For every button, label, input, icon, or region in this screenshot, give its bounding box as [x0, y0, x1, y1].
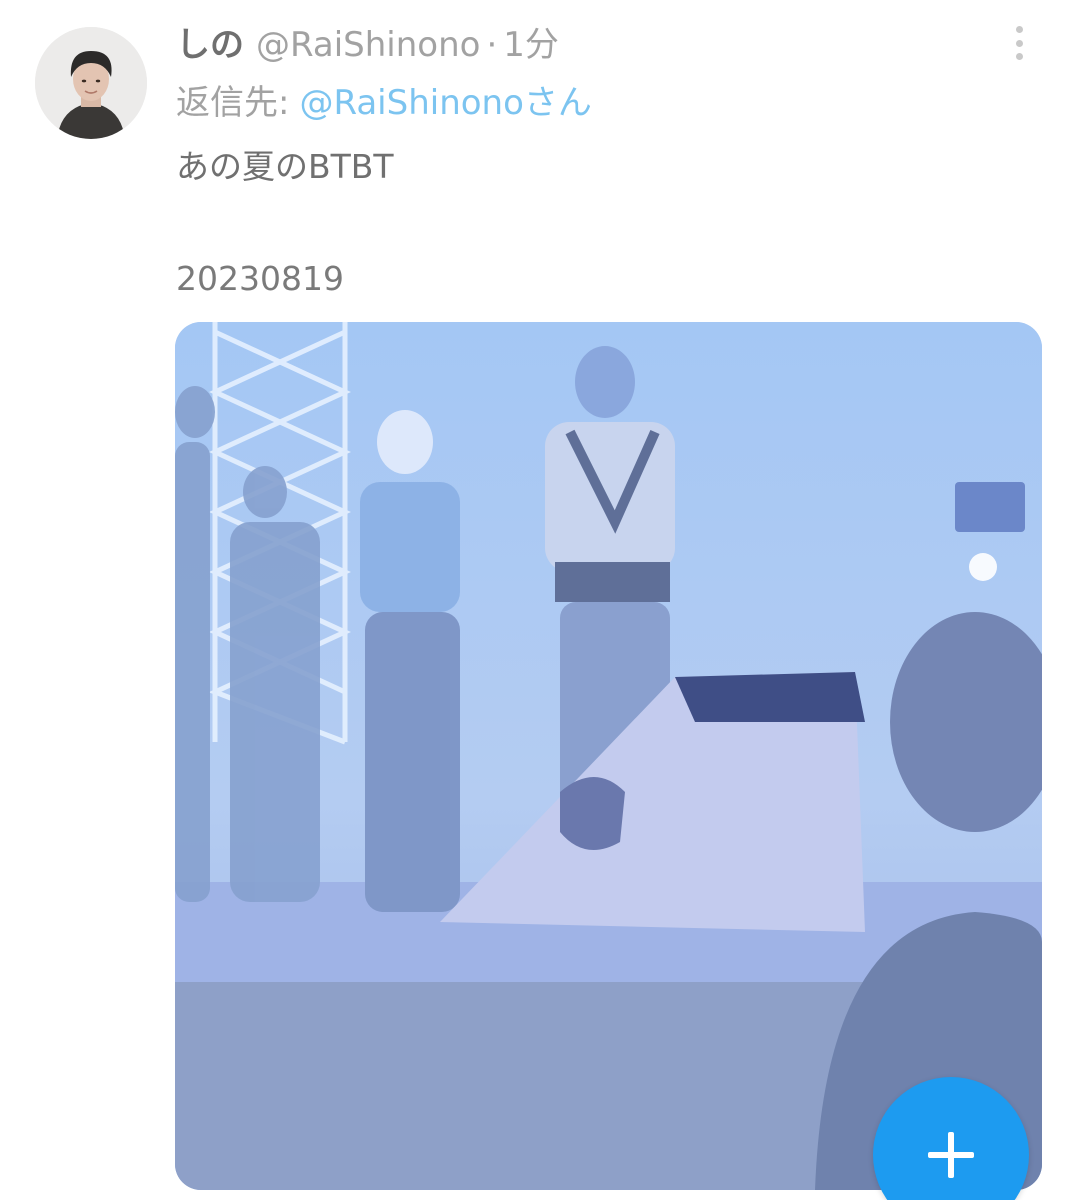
- avatar[interactable]: [35, 27, 147, 139]
- avatar-image: [35, 27, 147, 139]
- more-dot: [1015, 26, 1023, 33]
- separator-dot: ·: [486, 25, 498, 65]
- reply-label: 返信先:: [176, 83, 290, 123]
- plus-icon: [928, 1132, 974, 1178]
- tweet-media-photo[interactable]: [175, 322, 1042, 1190]
- more-dot: [1015, 39, 1023, 47]
- user-handle[interactable]: @RaiShinono: [256, 22, 480, 68]
- reply-context: 返信先: @RaiShinonoさん: [176, 80, 592, 126]
- concert-photo-image: [175, 322, 1042, 1190]
- tweet: しの @RaiShinono · 1分 返信先: @RaiShinonoさん あの…: [0, 0, 1075, 1200]
- display-name[interactable]: しの: [176, 22, 244, 68]
- more-dot: [1015, 53, 1023, 60]
- timestamp[interactable]: 1分: [503, 22, 559, 68]
- tweet-header: しの @RaiShinono · 1分: [176, 22, 995, 68]
- more-options-icon[interactable]: [1006, 26, 1032, 60]
- tweet-text: あの夏のBTBT: [176, 147, 394, 186]
- reply-to-link[interactable]: @RaiShinonoさん: [299, 83, 591, 123]
- tweet-date-text: 20230819: [176, 259, 344, 298]
